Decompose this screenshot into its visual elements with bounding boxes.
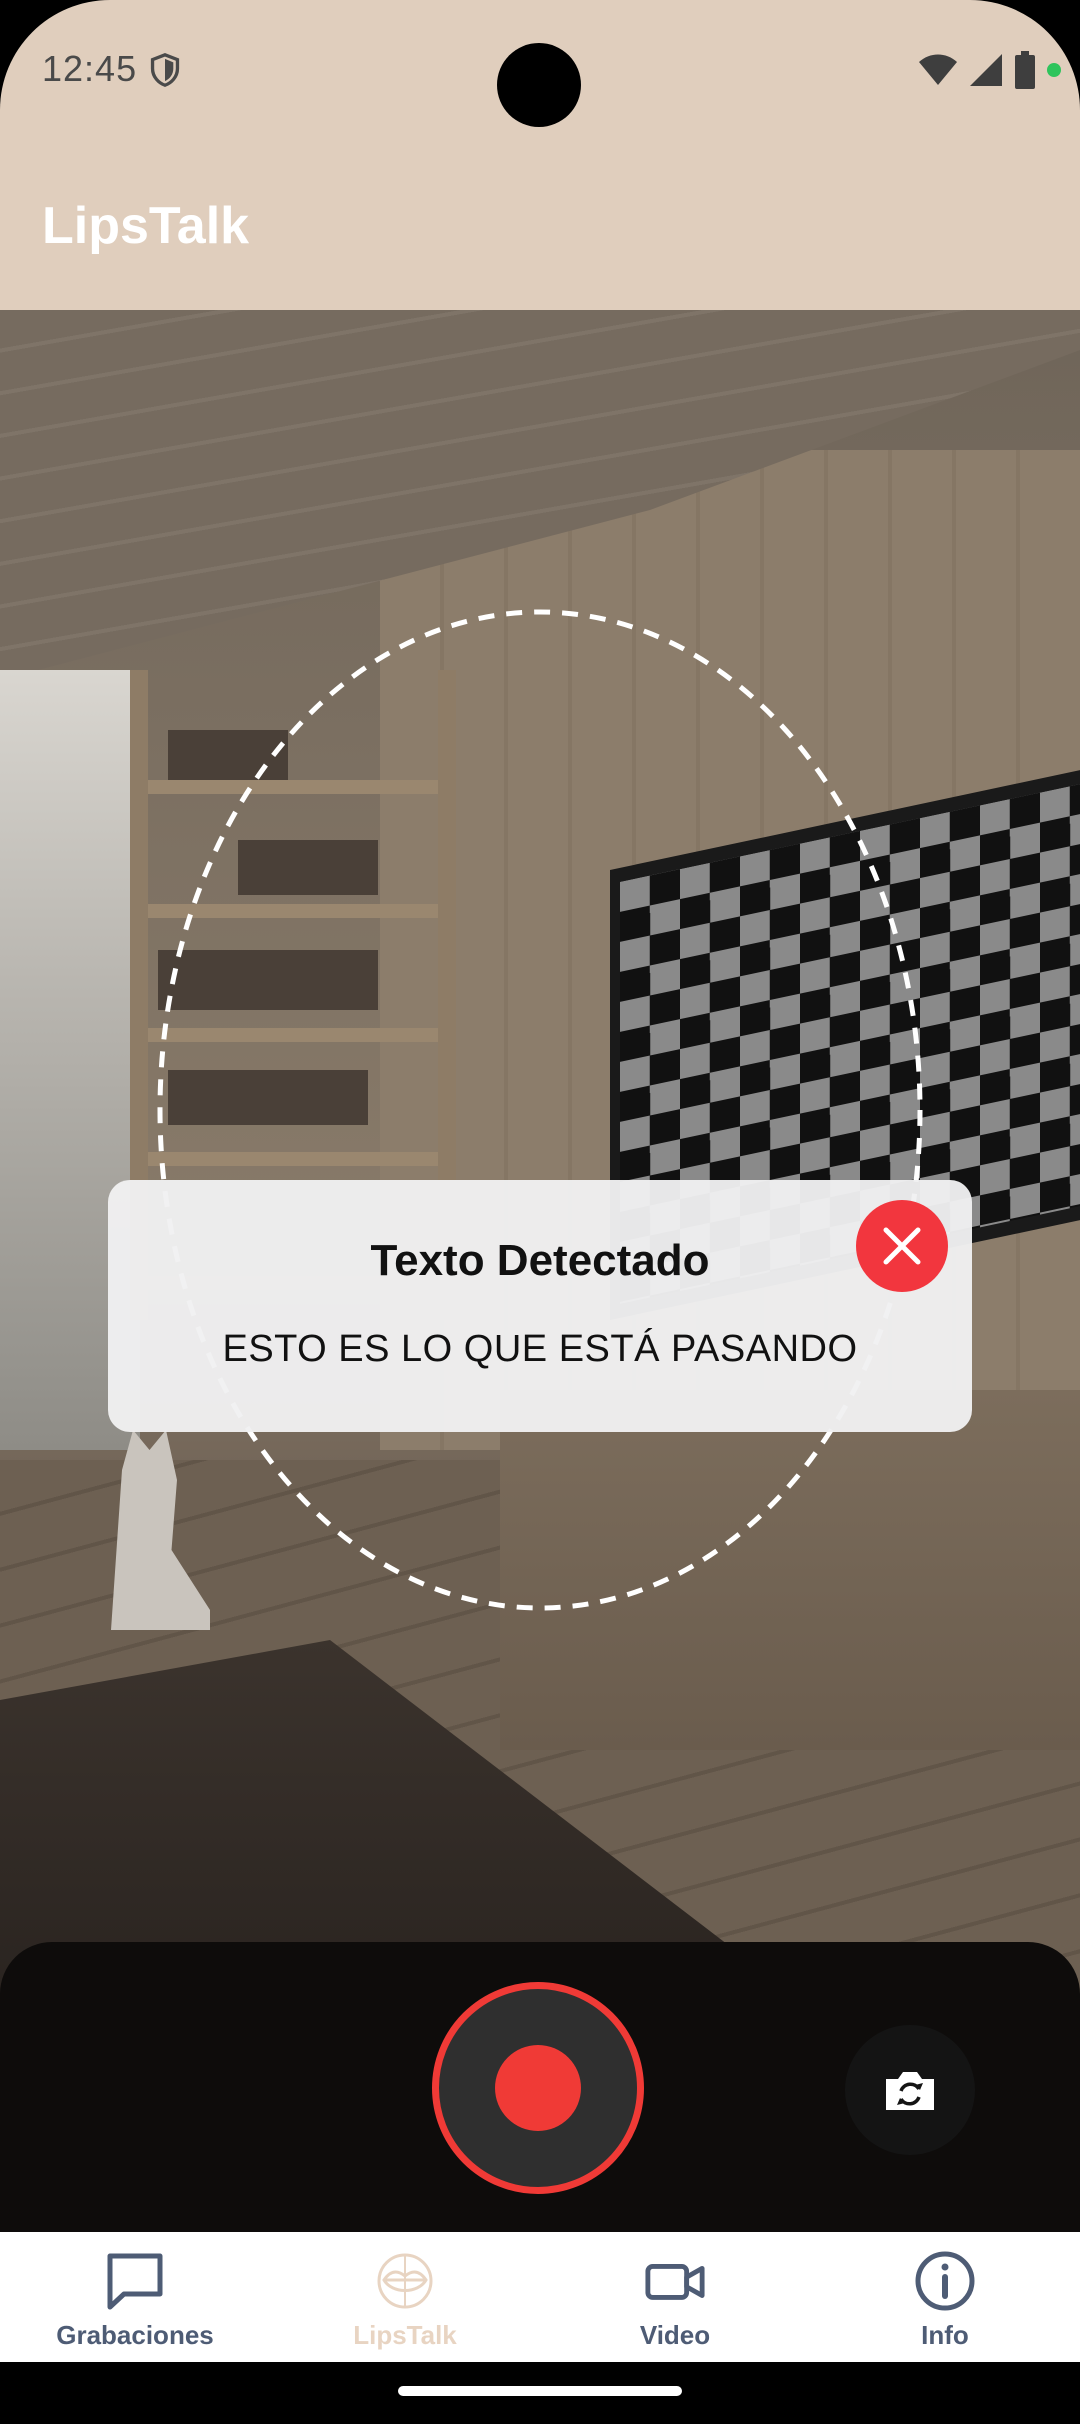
close-button[interactable]	[856, 1200, 948, 1292]
info-icon	[914, 2250, 976, 2312]
nav-label-info: Info	[921, 2320, 969, 2350]
detected-text-dialog: Texto Detectado ESTO ES LO QUE ESTÁ PASA…	[108, 1180, 972, 1432]
close-icon	[883, 1227, 921, 1265]
nav-item-lipstalk[interactable]: LipsTalk	[270, 2232, 540, 2362]
battery-icon	[1015, 51, 1035, 89]
phone-screen: 12:45 LipsTalk Texto Detectado ESTO ES L…	[0, 0, 1080, 2424]
video-icon	[644, 2250, 706, 2312]
wifi-icon	[919, 54, 957, 85]
privacy-dot	[1047, 63, 1061, 77]
home-indicator[interactable]	[398, 2386, 682, 2396]
record-icon	[495, 2045, 581, 2131]
camera-preview	[0, 310, 1080, 2000]
nav-item-video[interactable]: Video	[540, 2232, 810, 2362]
nav-label-lipstalk: LipsTalk	[353, 2320, 457, 2350]
signal-icon	[970, 54, 1002, 86]
record-button[interactable]	[432, 1982, 644, 2194]
nav-item-grabaciones[interactable]: Grabaciones	[0, 2232, 270, 2362]
camera-flip-icon	[886, 2072, 934, 2110]
nav-item-info[interactable]: Info	[810, 2232, 1080, 2362]
app-bar: 12:45 LipsTalk	[0, 0, 1080, 310]
gesture-area	[0, 2362, 1080, 2424]
detected-text: ESTO ES LO QUE ESTÁ PASANDO	[222, 1328, 858, 1370]
lips-icon	[374, 2250, 436, 2312]
switch-camera-button[interactable]	[845, 2025, 975, 2155]
preview-cabinet	[500, 1390, 1080, 1750]
camera-controls	[0, 1942, 1080, 2232]
nav-label-grabaciones: Grabaciones	[56, 2320, 214, 2350]
dialog-title: Texto Detectado	[370, 1236, 710, 1285]
app-title: LipsTalk	[42, 197, 250, 255]
chat-icon	[104, 2250, 166, 2312]
status-icons	[918, 50, 1062, 90]
shield-icon	[150, 52, 180, 87]
nav-label-video: Video	[639, 2320, 711, 2350]
status-time: 12:45	[42, 48, 138, 89]
camera-cutout	[497, 43, 581, 127]
bottom-navigation: Grabaciones LipsTalk Video Info	[0, 2232, 1080, 2362]
